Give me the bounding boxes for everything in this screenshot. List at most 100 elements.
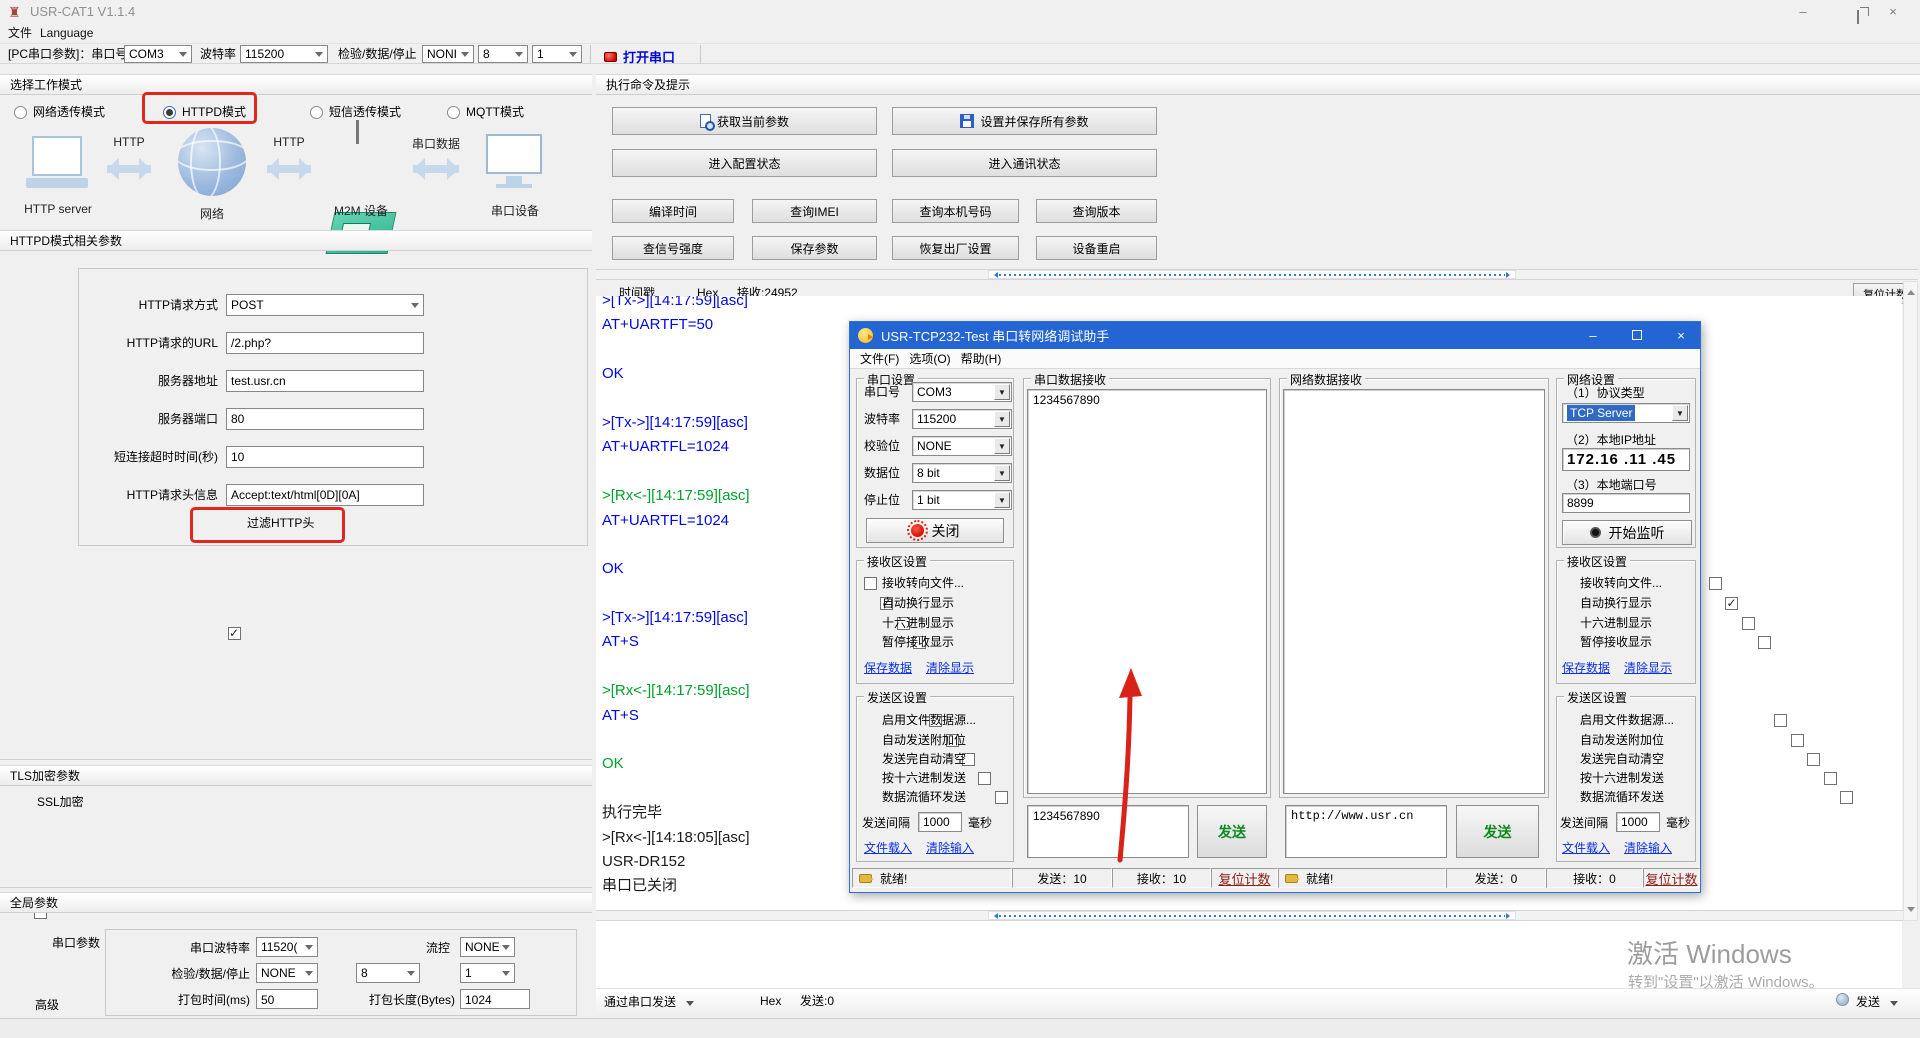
stopbits-select[interactable]: 1: [532, 45, 582, 63]
radio-sms-passthrough[interactable]: [310, 106, 323, 119]
clear-display-link[interactable]: 清除显示: [926, 659, 974, 676]
auto-clear-label[interactable]: 发送完自动清空: [882, 752, 966, 767]
send-via-serial-button[interactable]: 通过串口发送: [604, 995, 676, 1010]
http-url-input[interactable]: /2.php?: [226, 332, 424, 354]
net-recv-to-file-label[interactable]: 接收转向文件...: [1580, 576, 1662, 591]
recv-to-file-label[interactable]: 接收转向文件...: [882, 576, 964, 591]
tcp-menu-help[interactable]: 帮助(H): [961, 349, 1002, 368]
save-params-button[interactable]: 保存参数: [752, 236, 877, 260]
device-restart-button[interactable]: 设备重启: [1036, 236, 1157, 260]
g-flow-select[interactable]: NONE: [460, 937, 515, 957]
h-scrollbar-thumb[interactable]: [988, 270, 1516, 279]
dropdown-icon[interactable]: ▼: [1672, 405, 1688, 421]
tcp-stopbits-select[interactable]: 1 bit▼: [912, 490, 1012, 510]
h-scrollbar-thumb[interactable]: [988, 911, 1516, 920]
g-stopbits-select[interactable]: 1: [460, 963, 515, 983]
menu-language[interactable]: Language: [36, 24, 97, 43]
radio-net-passthrough-label[interactable]: 网络透传模式: [33, 105, 105, 120]
net-send-input[interactable]: http://www.usr.cn: [1285, 805, 1447, 858]
net-pause-recv-checkbox[interactable]: [1758, 636, 1771, 649]
factory-reset-button[interactable]: 恢复出厂设置: [892, 236, 1019, 260]
menu-file[interactable]: 文件: [4, 24, 36, 43]
baud-select[interactable]: 115200: [240, 45, 328, 63]
net-hex-send-label[interactable]: 按十六进制发送: [1580, 771, 1664, 786]
tcp-minimize-icon[interactable]: –: [1576, 322, 1610, 349]
save-data-link[interactable]: 保存数据: [864, 659, 912, 676]
timeout-input[interactable]: 10: [226, 446, 424, 468]
net-save-data-link[interactable]: 保存数据: [1562, 659, 1610, 676]
close-icon[interactable]: ×: [1878, 2, 1908, 22]
enter-comm-button[interactable]: 进入通讯状态: [892, 149, 1157, 177]
proto-select[interactable]: TCP Server▼: [1562, 403, 1690, 423]
radio-net-passthrough[interactable]: [14, 106, 27, 119]
tcp-close-icon[interactable]: ×: [1664, 322, 1698, 349]
save-all-params-button[interactable]: 设置并保存所有参数: [892, 107, 1157, 135]
hex-send-label[interactable]: 按十六进制发送: [882, 771, 966, 786]
server-addr-input[interactable]: test.usr.cn: [226, 370, 424, 392]
tcp-databits-select[interactable]: 8 bit▼: [912, 463, 1012, 483]
auto-wrap-label[interactable]: 自动换行显示: [882, 596, 954, 611]
net-recv-to-file-checkbox[interactable]: [1709, 577, 1722, 590]
hex-display-label[interactable]: 十六进制显示: [882, 616, 954, 631]
net-clear-input-link[interactable]: 清除输入: [1624, 839, 1672, 856]
signal-strength-button[interactable]: 查信号强度: [612, 236, 734, 260]
enter-config-button[interactable]: 进入配置状态: [612, 149, 877, 177]
query-number-button[interactable]: 查询本机号码: [892, 199, 1019, 223]
pause-recv-label[interactable]: 暂停接收显示: [882, 635, 954, 650]
net-auto-append-label[interactable]: 自动发送附加位: [1580, 733, 1664, 748]
g-packlen-input[interactable]: 1024: [460, 989, 530, 1009]
net-reset-count-link[interactable]: 复位计数: [1643, 868, 1700, 888]
v-scrollbar[interactable]: [1903, 281, 1918, 921]
h-scrollbar-bottom[interactable]: [596, 910, 1918, 921]
minimize-icon[interactable]: –: [1788, 2, 1818, 22]
g-packtime-input[interactable]: 50: [256, 989, 318, 1009]
file-load-link[interactable]: 文件载入: [864, 839, 912, 856]
tcp-menu-options[interactable]: 选项(O): [909, 349, 950, 368]
query-imei-button[interactable]: 查询IMEI: [752, 199, 877, 223]
net-auto-append-checkbox[interactable]: [1791, 734, 1804, 747]
dropdown-icon[interactable]: ▼: [994, 465, 1010, 481]
start-listen-button[interactable]: 开始监听: [1562, 520, 1692, 545]
net-pause-recv-label[interactable]: 暂停接收显示: [1580, 635, 1652, 650]
tcp-com-select[interactable]: COM3▼: [912, 382, 1012, 402]
g-baud-select[interactable]: 11520(: [256, 937, 318, 957]
databits-select[interactable]: 8: [478, 45, 528, 63]
advanced-label[interactable]: 高级: [35, 998, 59, 1013]
get-params-button[interactable]: 获取当前参数: [612, 107, 877, 135]
net-auto-wrap-label[interactable]: 自动换行显示: [1580, 596, 1652, 611]
query-version-button[interactable]: 查询版本: [1036, 199, 1157, 223]
net-hex-send-checkbox[interactable]: [1824, 772, 1837, 785]
open-port-button[interactable]: 打开串口: [604, 47, 675, 66]
auto-append-label[interactable]: 自动发送附加位: [882, 733, 966, 748]
net-send-button[interactable]: 发送: [1456, 805, 1539, 858]
compile-time-button[interactable]: 编译时间: [612, 199, 734, 223]
g-databits-select[interactable]: 8: [356, 963, 420, 983]
parity-select[interactable]: NONI: [422, 45, 474, 63]
clear-input-link[interactable]: 清除输入: [926, 839, 974, 856]
net-interval-input[interactable]: 1000: [1616, 812, 1660, 832]
net-recv-area[interactable]: [1283, 389, 1545, 794]
scroll-down-icon[interactable]: [1907, 907, 1915, 916]
net-loop-send-checkbox[interactable]: [1840, 791, 1853, 804]
net-file-load-link[interactable]: 文件载入: [1562, 839, 1610, 856]
net-clear-display-link[interactable]: 清除显示: [1624, 659, 1672, 676]
chevron-down-icon[interactable]: [1890, 1001, 1898, 1010]
net-hex-display-checkbox[interactable]: [1742, 617, 1755, 630]
net-file-datasource-checkbox[interactable]: [1774, 714, 1787, 727]
bottom-send-button[interactable]: 发送: [1856, 995, 1880, 1010]
chevron-down-icon[interactable]: [686, 1001, 694, 1010]
dropdown-icon[interactable]: ▼: [994, 438, 1010, 454]
http-method-select[interactable]: POST: [226, 294, 424, 316]
net-auto-clear-checkbox[interactable]: [1807, 753, 1820, 766]
tcp-menu-file[interactable]: 文件(F): [860, 349, 899, 368]
net-file-datasource-label[interactable]: 启用文件数据源...: [1580, 713, 1674, 728]
scroll-up-icon[interactable]: [1907, 286, 1915, 295]
local-port-input[interactable]: 8899: [1562, 493, 1690, 513]
bottom-hex-label[interactable]: Hex: [760, 994, 781, 1009]
recv-to-file-checkbox[interactable]: [864, 577, 877, 590]
file-datasource-label[interactable]: 启用文件数据源...: [882, 713, 976, 728]
h-scrollbar[interactable]: [596, 269, 1918, 280]
net-auto-wrap-checkbox[interactable]: [1725, 597, 1738, 610]
restore-icon[interactable]: [1833, 2, 1863, 22]
local-ip-input[interactable]: 172.16 .11 .45: [1562, 448, 1690, 471]
